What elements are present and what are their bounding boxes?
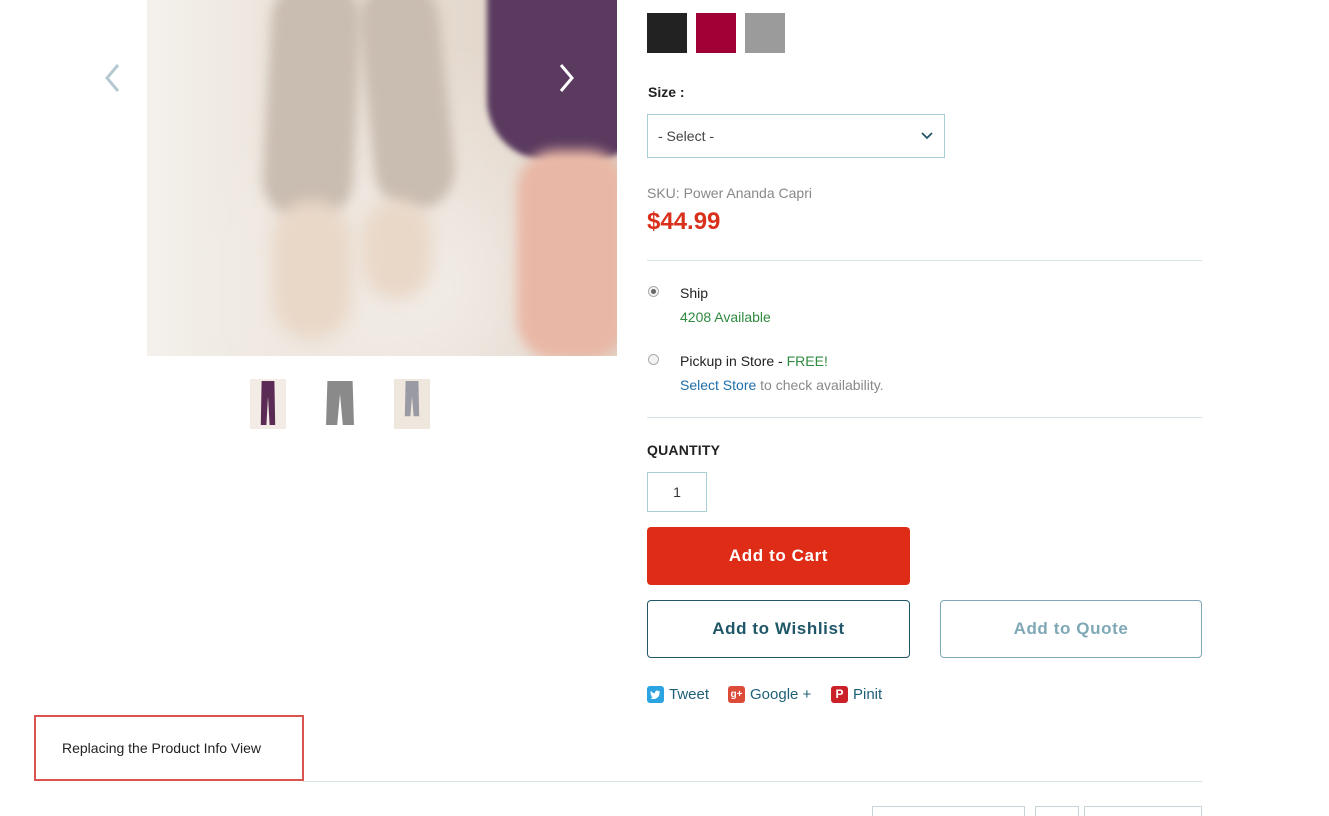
quantity-label: QUANTITY bbox=[647, 442, 721, 458]
bottom-tab[interactable] bbox=[1035, 806, 1079, 816]
pickup-radio[interactable] bbox=[648, 354, 659, 365]
select-store-row: Select Store to check availability. bbox=[680, 377, 884, 393]
bottom-tab[interactable] bbox=[1084, 806, 1202, 816]
pinit-label: Pinit bbox=[853, 685, 883, 703]
color-swatch-burgundy[interactable] bbox=[696, 13, 736, 53]
twitter-icon bbox=[647, 685, 664, 703]
google-plus-icon: g+ bbox=[728, 685, 745, 703]
divider bbox=[647, 260, 1202, 261]
bottom-tab[interactable] bbox=[872, 806, 1025, 816]
ship-radio[interactable] bbox=[648, 286, 659, 297]
size-select-value: - Select - bbox=[658, 128, 715, 144]
ship-availability: 4208 Available bbox=[680, 309, 771, 325]
add-to-wishlist-button[interactable]: Add to Wishlist bbox=[647, 600, 910, 658]
ship-label: Ship bbox=[680, 285, 709, 301]
sku-text: SKU: Power Ananda Capri bbox=[647, 185, 812, 201]
add-to-cart-button[interactable]: Add to Cart bbox=[647, 527, 910, 585]
select-store-link[interactable]: Select Store bbox=[680, 377, 756, 393]
pickup-label: Pickup in Store - bbox=[680, 353, 787, 369]
select-store-text: to check availability. bbox=[756, 377, 884, 393]
replacing-product-info-notice: Replacing the Product Info View bbox=[34, 715, 304, 781]
thumbnail-grey-pants[interactable] bbox=[322, 379, 358, 429]
pickup-free: FREE! bbox=[786, 353, 828, 369]
gallery-next-button[interactable] bbox=[551, 58, 581, 98]
tweet-link[interactable]: Tweet bbox=[647, 684, 709, 704]
google-plus-label: Google + bbox=[750, 685, 812, 703]
gallery-prev-button[interactable] bbox=[98, 58, 128, 98]
chevron-left-icon bbox=[105, 64, 120, 92]
pickup-label-row: Pickup in Store - FREE! bbox=[680, 353, 828, 369]
color-swatch-grey[interactable] bbox=[745, 13, 785, 53]
size-label: Size : bbox=[648, 84, 685, 100]
pinit-link[interactable]: P Pinit bbox=[831, 684, 882, 704]
add-to-quote-button[interactable]: Add to Quote bbox=[940, 600, 1202, 658]
product-main-image bbox=[147, 0, 617, 356]
google-plus-link[interactable]: g+ Google + bbox=[728, 684, 811, 704]
color-swatch-black[interactable] bbox=[647, 13, 687, 53]
divider bbox=[647, 417, 1202, 418]
notice-text: Replacing the Product Info View bbox=[62, 740, 261, 756]
divider bbox=[303, 781, 1202, 782]
price: $44.99 bbox=[647, 208, 721, 235]
pinterest-icon: P bbox=[831, 685, 848, 703]
quantity-input[interactable] bbox=[647, 472, 707, 512]
chevron-down-icon bbox=[921, 132, 933, 140]
size-select[interactable]: - Select - bbox=[647, 114, 945, 158]
chevron-right-icon bbox=[559, 64, 574, 92]
thumbnail-purple-capri[interactable] bbox=[250, 379, 286, 429]
thumbnail-grey-capri[interactable] bbox=[394, 379, 430, 429]
tweet-label: Tweet bbox=[669, 685, 710, 703]
